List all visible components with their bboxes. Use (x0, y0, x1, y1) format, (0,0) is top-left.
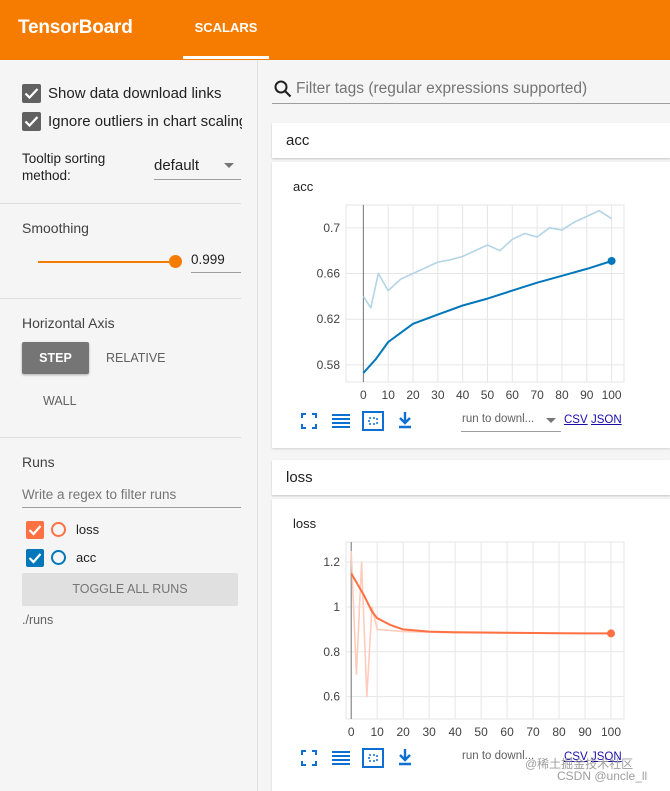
x-tick-label: 80 (555, 388, 569, 402)
x-tick-label: 90 (580, 388, 594, 402)
show-download-links-checkbox[interactable] (22, 84, 41, 103)
run-color-swatch-acc (51, 550, 66, 565)
checkbox-checked-icon (24, 88, 39, 100)
dropdown-arrow-icon[interactable] (546, 418, 556, 424)
axis-relative-button[interactable]: RELATIVE (106, 351, 166, 365)
x-tick-label: 70 (530, 388, 544, 402)
run-label-acc: acc (76, 550, 97, 565)
x-tick-label: 100 (602, 388, 622, 402)
y-tick-label: 0.7 (323, 221, 340, 235)
dropdown-arrow-icon[interactable] (224, 163, 234, 169)
divider (0, 437, 241, 438)
axis-wall-button[interactable]: WALL (43, 394, 77, 408)
run-download-select-loss[interactable]: run to downl... (462, 750, 534, 762)
filter-tags-input[interactable]: Filter tags (regular expressions support… (296, 80, 587, 98)
divider (0, 298, 241, 299)
horizontal-axis-title: Horizontal Axis (22, 315, 115, 331)
scalar-card-acc: acc 0 10 20 30 40 50 60 70 80 90 100 0.58 0.62 0.66 0.… (272, 162, 670, 448)
checkbox-checked-icon (28, 525, 42, 536)
x-tick-label: 40 (448, 725, 462, 739)
tag-group-header-acc[interactable]: acc (272, 123, 670, 158)
x-tick-label: 0 (360, 388, 367, 402)
run-color-swatch-loss (51, 522, 66, 537)
data-series-icon[interactable] (331, 413, 351, 429)
logdir-path: ./runs (22, 613, 54, 627)
toggle-all-runs-button[interactable]: TOGGLE ALL RUNS (22, 573, 238, 606)
x-tick-label: 30 (422, 725, 436, 739)
search-icon (274, 80, 292, 98)
axis-step-button[interactable]: STEP (22, 342, 89, 374)
run-checkbox-loss[interactable] (26, 521, 44, 539)
filter-tags-underline (272, 103, 670, 104)
x-tick-label: 10 (370, 725, 384, 739)
tag-group-header-loss[interactable]: loss (272, 460, 670, 495)
y-tick-label: 0.58 (317, 358, 341, 372)
series-endpoint (607, 256, 616, 265)
run-checkbox-acc[interactable] (26, 549, 44, 567)
smoothing-slider-track[interactable] (38, 261, 175, 263)
data-series-icon[interactable] (331, 750, 351, 766)
watermark-line2: CSDN @uncle_ll (557, 769, 648, 783)
tooltip-sorting-select[interactable]: default (154, 157, 199, 174)
run-label-loss: loss (76, 522, 100, 537)
top-bar: TensorBoard SCALARS (0, 0, 670, 60)
checkbox-checked-icon (24, 116, 39, 128)
y-tick-label: 0.8 (323, 645, 340, 659)
x-tick-label: 20 (396, 725, 410, 739)
select-area-icon[interactable] (362, 748, 384, 768)
series-endpoint (607, 629, 616, 638)
chart-loss[interactable]: 0 10 20 30 40 50 60 70 80 90 100 0.6 0.8 1 1.2 (272, 499, 670, 741)
download-icon[interactable] (397, 411, 413, 429)
y-tick-label: 1 (333, 600, 340, 614)
smoothing-input-underline (191, 272, 241, 273)
download-icon[interactable] (397, 748, 413, 766)
app-brand: TensorBoard (18, 17, 133, 38)
tag-group-title-loss: loss (286, 469, 313, 486)
x-tick-label: 90 (578, 725, 592, 739)
x-tick-label: 60 (506, 388, 520, 402)
checkbox-checked-icon (28, 553, 42, 564)
fit-domain-icon[interactable] (301, 750, 317, 766)
x-tick-label: 70 (526, 725, 540, 739)
y-tick-label: 0.66 (317, 267, 341, 281)
smoothing-slider-handle[interactable] (169, 255, 182, 268)
x-tick-label: 10 (382, 388, 396, 402)
tooltip-sorting-underline (154, 179, 241, 180)
x-tick-label: 80 (552, 725, 566, 739)
active-tab-indicator (183, 56, 269, 59)
run-select-underline (461, 431, 561, 432)
x-tick-label: 20 (406, 388, 420, 402)
x-tick-label: 50 (474, 725, 488, 739)
x-tick-label: 60 (500, 725, 514, 739)
y-tick-label: 0.62 (317, 312, 341, 326)
download-csv-link-acc[interactable]: CSV (564, 414, 588, 426)
x-tick-label: 100 (601, 725, 621, 739)
x-tick-label: 50 (481, 388, 495, 402)
chart-acc[interactable]: 0 10 20 30 40 50 60 70 80 90 100 0.58 0.62 0.66 0.7 (272, 162, 670, 404)
show-download-links-label: Show data download links (48, 85, 222, 102)
tab-scalars[interactable]: SCALARS (183, 0, 269, 60)
x-tick-label: 0 (348, 725, 355, 739)
fit-domain-icon[interactable] (301, 413, 317, 429)
scalar-card-loss: loss 0 10 20 30 40 50 60 70 80 90 100 0.6 0.8 1 1.2 (272, 499, 670, 791)
x-tick-label: 30 (431, 388, 445, 402)
y-tick-label: 0.6 (323, 690, 340, 704)
ignore-outliers-checkbox[interactable] (22, 112, 41, 131)
smoothing-title: Smoothing (22, 220, 89, 236)
smoothing-value-input[interactable]: 0.999 (191, 252, 225, 267)
tag-group-title-acc: acc (286, 132, 310, 149)
divider (0, 203, 241, 204)
ignore-outliers-label: Ignore outliers in chart scaling (48, 113, 242, 130)
download-json-link-acc[interactable]: JSON (591, 414, 622, 426)
y-tick-label: 1.2 (323, 555, 340, 569)
x-tick-label: 40 (456, 388, 470, 402)
tooltip-sorting-label: Tooltip sorting method: (22, 151, 106, 183)
runs-title: Runs (22, 454, 55, 470)
run-download-select-acc[interactable]: run to downl... (462, 413, 534, 425)
runs-filter-input[interactable]: Write a regex to filter runs (22, 486, 176, 503)
runs-filter-underline (22, 507, 241, 508)
select-area-icon[interactable] (362, 411, 384, 431)
